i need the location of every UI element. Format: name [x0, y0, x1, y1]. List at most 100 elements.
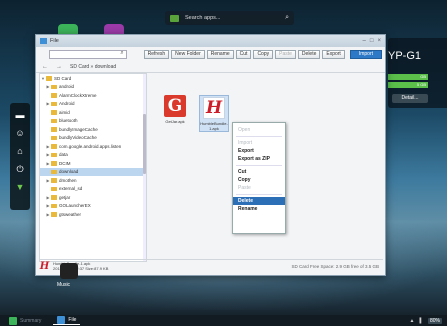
- import-button[interactable]: Import: [349, 49, 382, 59]
- contacts-icon[interactable]: ☺: [13, 128, 27, 138]
- search-input[interactable]: ⌕: [49, 49, 127, 59]
- export-button[interactable]: Export: [322, 49, 345, 59]
- search-icon[interactable]: ⌕: [285, 14, 289, 22]
- folder-icon: [51, 84, 57, 89]
- menu-item-rename[interactable]: Rename: [233, 205, 285, 213]
- breadcrumb[interactable]: SD Card » download: [70, 64, 116, 70]
- folder-icon: [51, 195, 57, 200]
- tree-item[interactable]: ▶ DCIM: [40, 159, 146, 168]
- tree-item[interactable]: ▼ SD Card: [40, 74, 146, 83]
- tree-item[interactable]: ▶ data: [40, 151, 146, 160]
- tree-item[interactable]: ▶ Android: [40, 100, 146, 109]
- folder-icon: [51, 101, 57, 106]
- folder-icon: [57, 316, 66, 324]
- navigation-bar: ← → SD Card » download: [36, 61, 385, 73]
- minimize-button[interactable]: –: [363, 38, 366, 44]
- folder-icon: [51, 144, 57, 149]
- humblebundle-icon: H: [39, 260, 50, 272]
- folder-icon: [51, 110, 57, 115]
- menu-item-cut[interactable]: Cut: [233, 168, 285, 176]
- folder-icon: [51, 135, 57, 140]
- refresh-button[interactable]: Refresh: [143, 49, 170, 59]
- tree-item-selected[interactable]: download: [40, 167, 146, 176]
- tree-item[interactable]: ▶ getjar: [40, 193, 146, 202]
- download-icon[interactable]: ▼: [13, 182, 27, 192]
- menu-item-export-zip[interactable]: Export as ZIP: [233, 155, 285, 163]
- tree-item[interactable]: bundlyImageCache: [40, 125, 146, 134]
- menu-separator: [236, 136, 282, 137]
- device-name: YP-G1: [388, 50, 422, 62]
- folder-icon: [51, 212, 57, 217]
- app-search-bar[interactable]: Search apps... ⌕: [165, 11, 294, 25]
- menu-separator: [236, 194, 282, 195]
- maximize-button[interactable]: □: [370, 38, 374, 44]
- battery-indicator: 80%: [427, 317, 442, 324]
- power-icon[interactable]: ⏻: [13, 164, 27, 174]
- tree-item[interactable]: ▶ com.google.android.apps.listen: [40, 142, 146, 151]
- home-icon[interactable]: ⌂: [13, 146, 27, 156]
- folder-icon: [51, 93, 57, 98]
- tree-item[interactable]: AlarmClockXtreme: [40, 91, 146, 100]
- tree-item[interactable]: ▶ gtsweather: [40, 210, 146, 219]
- tree-item[interactable]: ▶ android: [40, 83, 146, 92]
- signal-icon: ▌: [419, 317, 423, 324]
- left-dock: ▬ ☺ ⌂ ⏻ ▼: [10, 103, 30, 210]
- music-app-icon[interactable]: [60, 263, 78, 279]
- storage-bar: 5 GB: [388, 82, 428, 88]
- menu-item-import[interactable]: Import: [233, 139, 285, 147]
- menu-item-copy[interactable]: Copy: [233, 176, 285, 184]
- status-bar: H HumbleBundle-1.apk 2012/02/13 02:37 Si…: [39, 259, 383, 272]
- system-tray: ▲ ▌ 80%: [409, 317, 442, 324]
- wifi-icon: ▲: [409, 317, 415, 324]
- menu-item-open[interactable]: Open: [233, 126, 285, 134]
- folder-tree: ▼ SD Card ▶ android AlarmClockXtreme ▶ Andr…: [39, 73, 147, 262]
- rename-button[interactable]: Rename: [206, 49, 234, 59]
- tree-item[interactable]: bundlyVideoCache: [40, 134, 146, 143]
- menu-item-paste[interactable]: Paste: [233, 184, 285, 192]
- free-space-text: SD Card Free Space: 2.9 GB free of 3.5 G…: [291, 263, 379, 269]
- file-item[interactable]: G GetJar.apk: [160, 95, 190, 124]
- tree-scrollbar[interactable]: [143, 74, 146, 261]
- close-button[interactable]: ×: [377, 38, 381, 44]
- tree-item[interactable]: ▶ GOLauncherEX: [40, 202, 146, 211]
- storage-bar: GB: [388, 74, 428, 80]
- file-item-selected[interactable]: H HumbleBundle-1.apk: [199, 95, 229, 132]
- back-arrow-icon[interactable]: ←: [42, 64, 48, 70]
- search-icon: ⌕: [120, 49, 124, 56]
- context-menu: Open Import Export Export as ZIP Cut Cop…: [232, 122, 286, 234]
- getjar-icon: G: [164, 95, 186, 117]
- menu-item-export[interactable]: Export: [233, 147, 285, 155]
- folder-icon: [51, 161, 57, 166]
- file-name: GetJar.apk: [165, 119, 185, 124]
- folder-icon: [51, 186, 57, 191]
- toolbar: ⌕ Refresh New Folder Rename Cut Copy Pas…: [36, 47, 385, 61]
- file-name: HumbleBundle-1.apk: [200, 121, 228, 131]
- summary-icon: [9, 316, 17, 325]
- menu-item-delete[interactable]: Delete: [233, 197, 285, 205]
- folder-icon: [46, 76, 52, 81]
- paste-button[interactable]: Paste: [275, 49, 296, 59]
- detail-button[interactable]: Detail...: [392, 94, 428, 103]
- taskbar: Summary File ▲ ▌ 80%: [0, 315, 447, 326]
- tree-item[interactable]: ▶ dmothen: [40, 176, 146, 185]
- folder-icon: [51, 152, 57, 157]
- new-folder-button[interactable]: New Folder: [171, 49, 205, 59]
- folder-icon: [51, 178, 57, 183]
- cut-button[interactable]: Cut: [235, 49, 252, 59]
- delete-button[interactable]: Delete: [297, 49, 321, 59]
- taskbar-file[interactable]: File: [53, 316, 81, 325]
- humblebundle-icon: H: [203, 97, 225, 119]
- music-app-label: Music: [57, 282, 71, 288]
- folder-icon: [51, 203, 57, 208]
- forward-arrow-icon[interactable]: →: [56, 64, 62, 70]
- taskbar-summary[interactable]: Summary: [5, 316, 45, 325]
- messages-icon[interactable]: ▬: [13, 110, 27, 120]
- device-widget: YP-G1 GB 5 GB Detail...: [388, 38, 447, 108]
- copy-button[interactable]: Copy: [253, 49, 274, 59]
- tree-item[interactable]: aimid: [40, 108, 146, 117]
- tree-item[interactable]: external_sd: [40, 185, 146, 194]
- window-titlebar[interactable]: File – □ ×: [36, 35, 385, 47]
- window-title: File: [50, 38, 59, 44]
- folder-icon: [51, 127, 57, 132]
- tree-item[interactable]: bluetooth: [40, 117, 146, 126]
